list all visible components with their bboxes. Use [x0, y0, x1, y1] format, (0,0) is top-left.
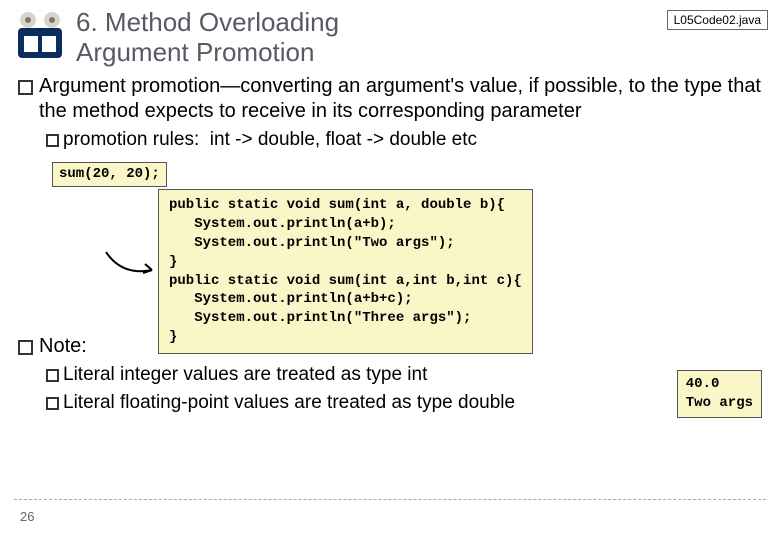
note-sub-2: Literal floating-point values are treate…: [46, 391, 762, 415]
note-bullet: Note:: [18, 334, 87, 359]
code-call-snippet: sum(20, 20);: [52, 162, 167, 188]
sub-bullet-rest: int -> double, float -> double etc: [199, 128, 477, 152]
title-line-2: Argument Promotion: [76, 38, 768, 68]
code-block: public static void sum(int a, double b){…: [158, 189, 533, 354]
bullet-square-icon: [46, 397, 59, 410]
main-bullet-text: Argument promotion—converting an argumen…: [39, 74, 762, 124]
note-sub-2-text: Literal floating-point values are treate…: [63, 391, 515, 415]
bullet-square-icon: [18, 340, 33, 355]
bullet-square-icon: [46, 134, 59, 147]
bullet-square-icon: [18, 80, 33, 95]
university-crest-logo: [12, 8, 68, 64]
bullet-square-icon: [46, 369, 59, 382]
source-file-badge: L05Code02.java: [667, 10, 768, 30]
slide-title: 6. Method Overloading Argument Promotion: [76, 8, 768, 68]
page-number: 26: [20, 509, 34, 524]
note-label: Note:: [39, 334, 87, 359]
title-line-1: 6. Method Overloading: [76, 8, 768, 38]
sub-bullet-label: promotion rules:: [63, 128, 199, 152]
main-bullet: Argument promotion—converting an argumen…: [18, 74, 762, 124]
output-box: 40.0 Two args: [677, 370, 762, 418]
footer-divider: [14, 499, 766, 500]
note-sub-1: Literal integer values are treated as ty…: [46, 363, 762, 387]
note-sub-1-text: Literal integer values are treated as ty…: [63, 363, 427, 387]
sub-bullet-promotion-rules: promotion rules: int -> double, float ->…: [46, 128, 762, 152]
